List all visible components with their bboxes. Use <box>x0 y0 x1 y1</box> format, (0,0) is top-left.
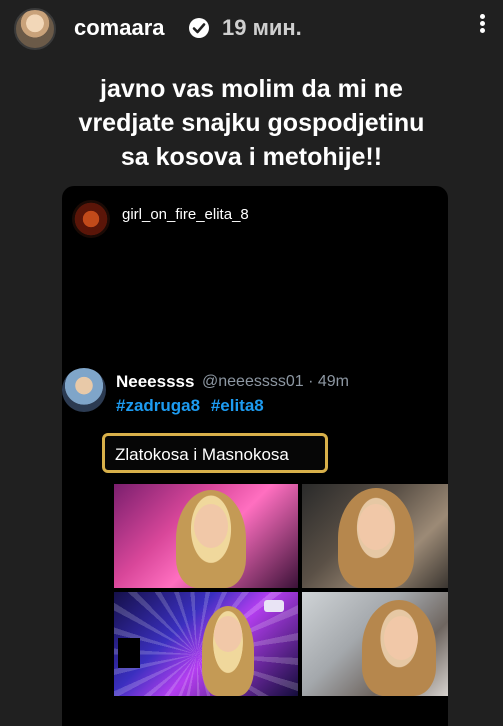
tweet-author-name: Neeessss <box>116 372 195 391</box>
tweet-photo-grid <box>114 484 448 696</box>
hashtag-zadruga8: #zadruga8 <box>116 396 201 415</box>
username[interactable]: comaara <box>74 15 165 41</box>
story-caption: javno vas molim da mi ne vredjate snajku… <box>40 72 463 174</box>
photo-2 <box>302 484 448 588</box>
hashtag-elita8: #elita8 <box>210 396 264 415</box>
tweet-hashtags: #zadruga8 #elita8 <box>116 396 270 416</box>
post-time: 19 мин. <box>222 15 302 40</box>
tweet-handle: @neeessss01 · 49m <box>202 373 349 390</box>
caption-line-1: javno vas molim da mi ne <box>100 75 403 103</box>
photo-1 <box>114 484 298 588</box>
more-vertical-icon[interactable] <box>477 12 487 42</box>
caption-line-2: vredjate snajku gospodjetinu <box>78 109 425 137</box>
caption-line-3: sa kosova i metohije!! <box>120 143 383 171</box>
shared-post-card[interactable]: girl_on_fire_elita_8 Neeessss @neeessss0… <box>62 186 448 726</box>
shared-post-username[interactable]: girl_on_fire_elita_8 <box>122 206 249 223</box>
story-header: comaara 19 мин. <box>0 0 503 58</box>
shared-post-avatar[interactable] <box>72 200 110 238</box>
photo-4 <box>302 592 448 696</box>
tweet-avatar <box>62 368 106 412</box>
verified-badge-icon <box>189 18 209 38</box>
tweet-text: Zlatokosa i Masnokosa <box>115 445 289 464</box>
profile-avatar[interactable] <box>14 8 56 50</box>
highlighted-tweet-text: Zlatokosa i Masnokosa <box>102 433 328 473</box>
censor-bar <box>118 638 140 668</box>
photo-3 <box>114 592 298 696</box>
channel-logo-icon <box>264 600 284 612</box>
